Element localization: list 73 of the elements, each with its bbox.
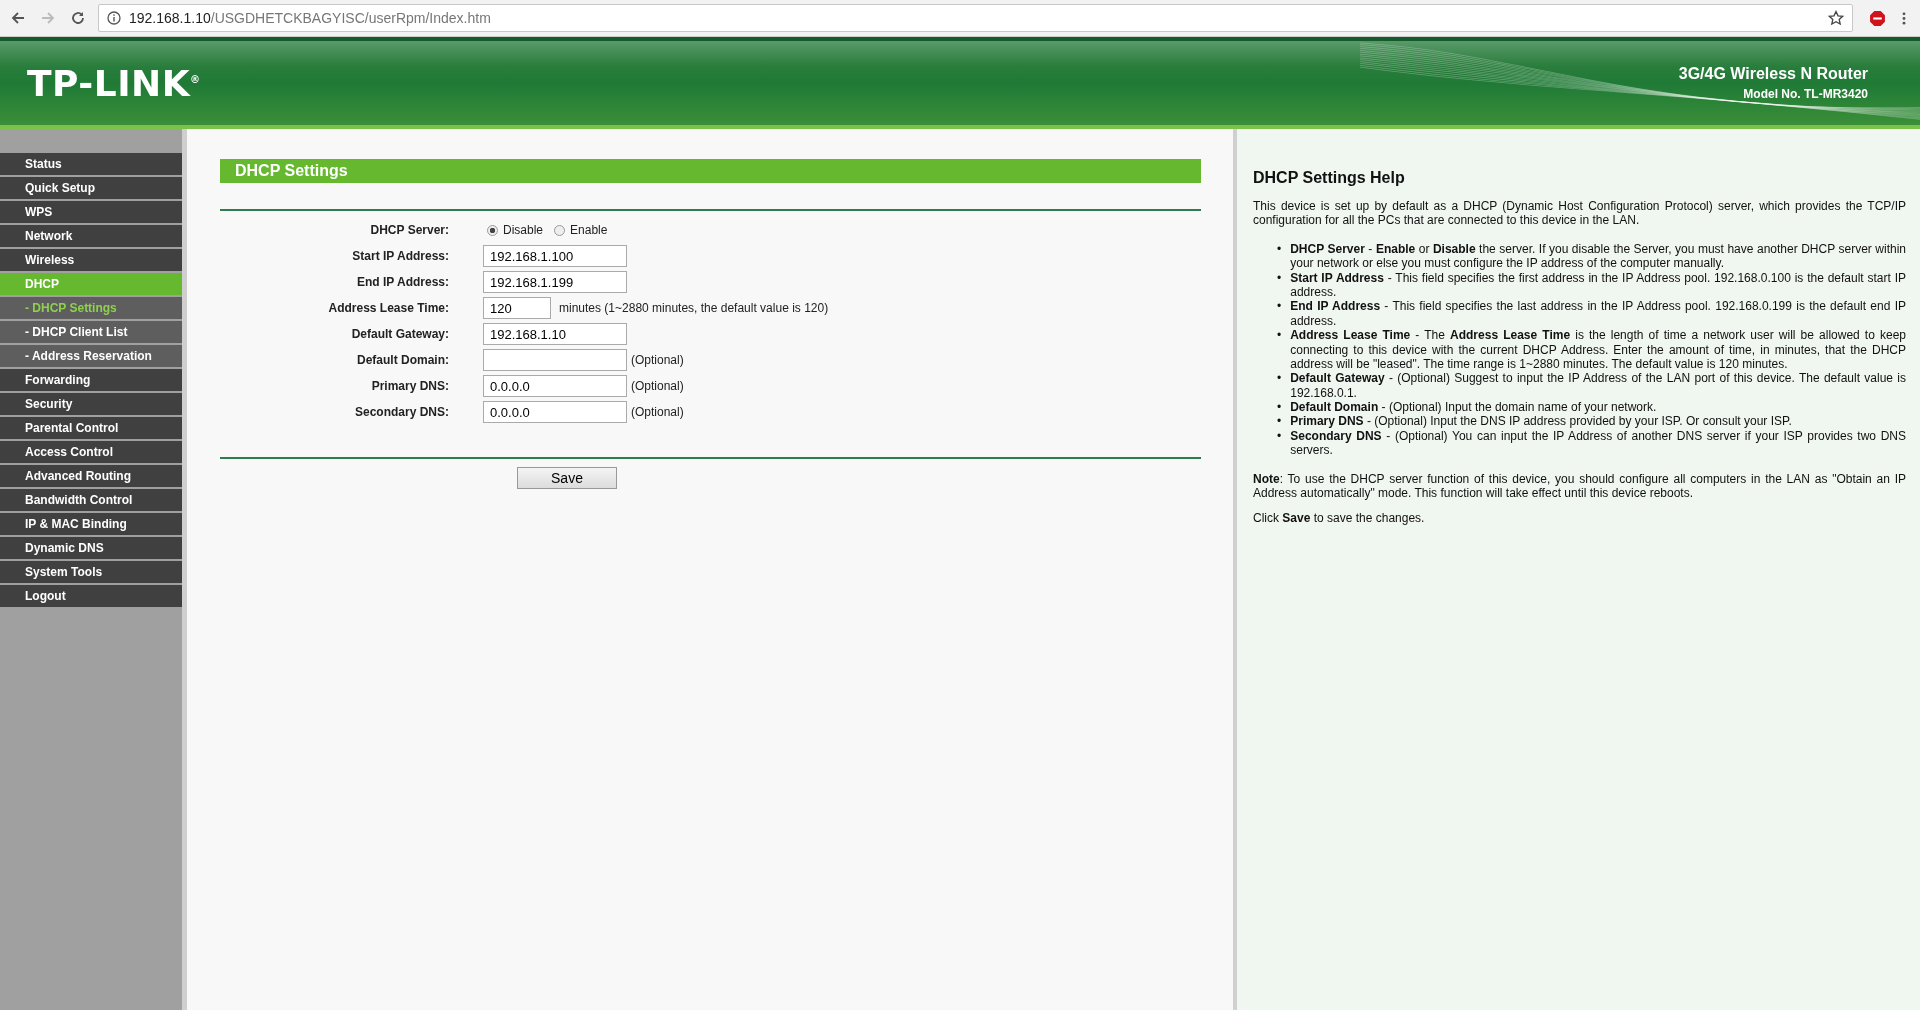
bookmark-star-icon[interactable]: [1828, 10, 1844, 26]
field-label: Default Domain:: [356, 353, 450, 367]
help-title: DHCP Settings Help: [1253, 169, 1406, 187]
help-paragraph: Click Save to save the changes.: [1253, 511, 1426, 526]
sidebar-item[interactable]: IP & MAC Binding: [0, 513, 182, 535]
sidebar-item[interactable]: Parental Control: [0, 417, 182, 439]
stop-sign-icon[interactable]: [1869, 9, 1886, 27]
sidebar-item[interactable]: Dynamic DNS: [0, 537, 182, 559]
address-bar[interactable]: 192.168.1.10/USGDHETCKBAGYISC/userRpm/Index.htm: [98, 4, 1853, 32]
sidebar-item[interactable]: - DHCP Client List: [0, 321, 182, 343]
sidebar-item[interactable]: - DHCP Settings: [0, 297, 182, 319]
input-field[interactable]: 192.168.1.199: [483, 271, 627, 293]
field-hint: minutes (1~2880 minutes, the default value is 120): [559, 301, 829, 315]
sidebar-item[interactable]: - Address Reservation: [0, 345, 182, 367]
field-hint: (Optional): [631, 379, 684, 393]
sidebar-item[interactable]: Bandwidth Control: [0, 489, 182, 511]
sidebar-item[interactable]: Advanced Routing: [0, 465, 182, 487]
radio-label: Disable: [503, 223, 544, 237]
menu-icon[interactable]: [1902, 10, 1906, 26]
sidebar-item[interactable]: Wireless: [0, 249, 182, 271]
field-hint: (Optional): [631, 353, 684, 367]
field-label: Default Gateway:: [350, 327, 450, 341]
bullet-mark: •: [1277, 414, 1282, 429]
sidebar-item[interactable]: WPS: [0, 201, 182, 223]
input-field[interactable]: 192.168.1.10: [483, 323, 627, 345]
info-icon[interactable]: [107, 11, 121, 25]
field-label: Address Lease Time:: [327, 301, 450, 315]
help-list-item: Address Lease Time - The Address Lease Time is the length of time a network user will be allowed to keep connecting to this device with the current DHCP Address. Enter the amount of time, in minutes, that the DHCP address will be "leased". The time range is 1~2880 minutes. The default value is 120 minutes.: [1290, 328, 1906, 372]
radio-label: Enable: [570, 223, 608, 237]
sidebar-item[interactable]: Status: [0, 153, 182, 175]
field-label: Secondary DNS:: [353, 405, 450, 419]
input-field[interactable]: 0.0.0.0: [483, 375, 627, 397]
help-list-item: Start IP Address - This field specifies the first address in the IP Address pool. 192.168.0.100 is the default start IP address.: [1290, 270, 1906, 300]
sidebar-item[interactable]: Logout: [0, 585, 182, 607]
help-list-item: Default Domain - (Optional) Input the domain name of your network.: [1290, 400, 1658, 415]
field-label: DHCP Server:: [369, 223, 450, 237]
save-button[interactable]: Save: [517, 467, 617, 489]
sidebar-item[interactable]: Security: [0, 393, 182, 415]
sidebar-item[interactable]: System Tools: [0, 561, 182, 583]
help-list-item: Secondary DNS - (Optional) You can input the IP Address of another DNS server if your ISP provides two DNS servers.: [1290, 428, 1906, 458]
sidebar-item[interactable]: Access Control: [0, 441, 182, 463]
help-list-item: End IP Address - This field specifies the last address in the IP Address pool. 192.168.0.199 is the default end IP address.: [1290, 299, 1906, 329]
section-title: DHCP Settings: [220, 159, 1201, 183]
field-label: End IP Address:: [355, 275, 450, 289]
bullet-mark: •: [1277, 241, 1282, 258]
bullet-mark: •: [1277, 400, 1282, 415]
bullet-mark: •: [1277, 328, 1282, 345]
help-note: Note: To use the DHCP server function of this device, you should configure all computers in the LAN as "Obtain an IP Address automatically" mode. This function will take effect until this device reboots.: [1253, 471, 1906, 501]
bullet-mark: •: [1277, 371, 1282, 388]
field-label: Primary DNS:: [370, 379, 450, 393]
help-paragraph: This device is set up by default as a DHCP (Dynamic Host Configuration Protocol) server, which provides the TCP/IP configuration for all the PCs that are connected to this device in the LAN.: [1253, 199, 1906, 228]
field-hint: (Optional): [631, 405, 684, 419]
help-list-item: Default Gateway - (Optional) Suggest to input the IP Address of the LAN port of this device. The default value is 192.168.0.1.: [1290, 371, 1906, 401]
field-label: Start IP Address:: [351, 249, 450, 263]
help-list-item: Primary DNS - (Optional) Input the DNS IP address provided by your ISP. Or consult your ISP.: [1290, 414, 1793, 429]
help-list-item: DHCP Server - Enable or Disable the server. If you disable the Server, you must have another DHCP server within your network or else you must configure the IP address of the computer manually.: [1290, 241, 1906, 271]
model-number: Model No. TL-MR3420: [1743, 87, 1868, 101]
radio-button[interactable]: [487, 224, 498, 236]
brand-logo: TP-LINK$^{®}$: [27, 62, 201, 104]
sidebar-item[interactable]: Forwarding: [0, 369, 182, 391]
reload-icon[interactable]: [70, 10, 86, 26]
input-field[interactable]: 120: [483, 297, 551, 319]
sidebar-item[interactable]: Quick Setup: [0, 177, 182, 199]
input-field[interactable]: [483, 349, 627, 371]
bullet-mark: •: [1277, 299, 1282, 316]
back-icon[interactable]: [10, 10, 26, 26]
input-field[interactable]: 192.168.1.100: [483, 245, 627, 267]
radio-button[interactable]: [554, 224, 566, 236]
input-field[interactable]: 0.0.0.0: [483, 401, 627, 423]
bullet-mark: •: [1277, 270, 1282, 287]
sidebar-item[interactable]: Network: [0, 225, 182, 247]
bullet-mark: •: [1277, 428, 1282, 445]
product-name: 3G/4G Wireless N Router: [1678, 65, 1868, 83]
